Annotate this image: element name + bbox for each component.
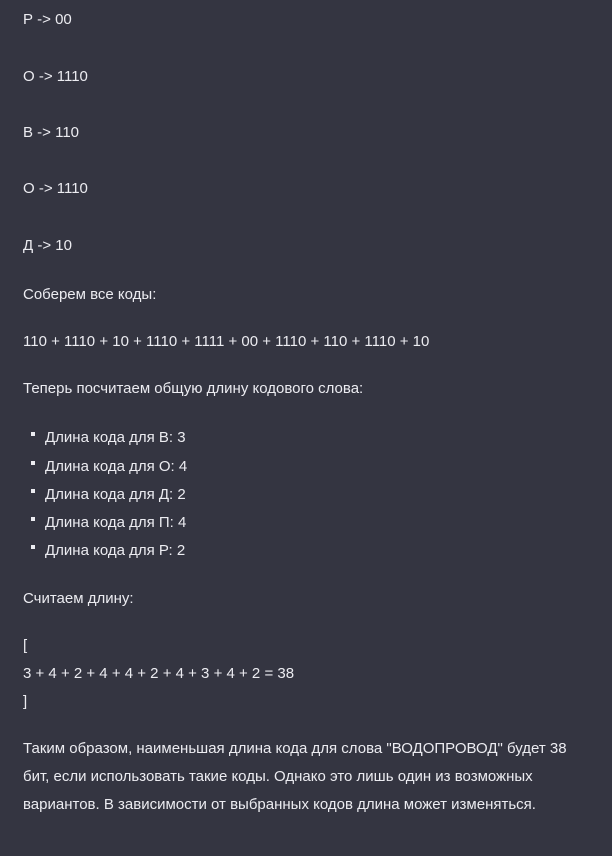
code-line-1: Р -> 00 [23, 11, 72, 28]
formula-close-bracket: ] [23, 693, 28, 710]
bullet-marker [31, 517, 35, 521]
code-line-2: О -> 1110 [23, 68, 88, 85]
bullet-marker [31, 545, 35, 549]
bullet-marker [31, 432, 35, 436]
collect-heading: Соберем все коды: [23, 286, 157, 303]
formula-open-bracket: [ [23, 637, 28, 654]
code-line-4: О -> 1110 [23, 180, 88, 197]
conclusion-paragraph: Таким образом, наименьшая длина кода для… [23, 740, 567, 813]
length-item-4: Длина кода для П: 4 [45, 514, 187, 531]
formula: 3 + 4 + 2 + 4 + 4 + 2 + 4 + 3 + 4 + 2 = … [23, 665, 295, 682]
length-item-2: Длина кода для О: 4 [45, 458, 188, 475]
length-item-3: Длина кода для Д: 2 [45, 486, 186, 503]
length-heading: Теперь посчитаем общую длину кодового сл… [23, 380, 364, 397]
length-item-1: Длина кода для В: 3 [45, 429, 186, 446]
length-item-5: Длина кода для Р: 2 [45, 542, 186, 559]
collect-expression: 110 + 1110 + 10 + 1110 + 1111 + 00 + 111… [23, 333, 430, 350]
bullet-marker [31, 461, 35, 465]
count-heading: Считаем длину: [23, 590, 134, 607]
code-line-5: Д -> 10 [23, 237, 72, 254]
code-line-3: В -> 110 [23, 124, 80, 141]
bullet-marker [31, 489, 35, 493]
